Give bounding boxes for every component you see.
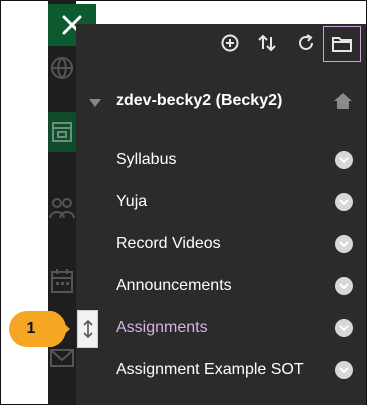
menu-item-label: Assignment Example SOT — [116, 361, 304, 378]
home-icon[interactable] — [333, 92, 353, 110]
course-menu-panel: zdev-becky2 (Becky2) Syllabus Yuja Recor… — [76, 24, 366, 405]
menu-item-label: Announcements — [116, 277, 232, 294]
course-title[interactable]: zdev-becky2 (Becky2) — [116, 92, 282, 110]
course-icon[interactable] — [48, 112, 76, 152]
drag-handle-icon — [82, 319, 93, 339]
chevron-down-circle-icon[interactable] — [335, 277, 353, 295]
chevron-down-circle-icon[interactable] — [335, 193, 353, 211]
refresh-icon[interactable] — [295, 32, 317, 54]
menu-item-label: Assignments — [116, 319, 208, 336]
chevron-down-circle-icon[interactable] — [335, 235, 353, 253]
menu-item-label: Syllabus — [116, 151, 177, 168]
sort-arrows-icon[interactable] — [256, 32, 278, 54]
add-circle-icon[interactable] — [219, 32, 241, 54]
caret-down-icon[interactable] — [88, 98, 102, 108]
globe-icon[interactable] — [48, 48, 76, 88]
drag-handle[interactable] — [77, 310, 98, 348]
callout-number: 1 — [26, 320, 36, 337]
chevron-down-circle-icon[interactable] — [335, 319, 353, 337]
people-icon[interactable] — [48, 188, 76, 228]
menu-item-label: Record Videos — [116, 235, 221, 252]
folder-icon — [332, 37, 352, 52]
menu-item-label: Yuja — [116, 193, 148, 210]
course-header: zdev-becky2 (Becky2) — [76, 88, 366, 114]
calendar-icon[interactable] — [48, 262, 76, 302]
chevron-down-circle-icon[interactable] — [335, 361, 353, 379]
chevron-down-circle-icon[interactable] — [335, 151, 353, 169]
folder-view-button[interactable] — [323, 26, 361, 62]
